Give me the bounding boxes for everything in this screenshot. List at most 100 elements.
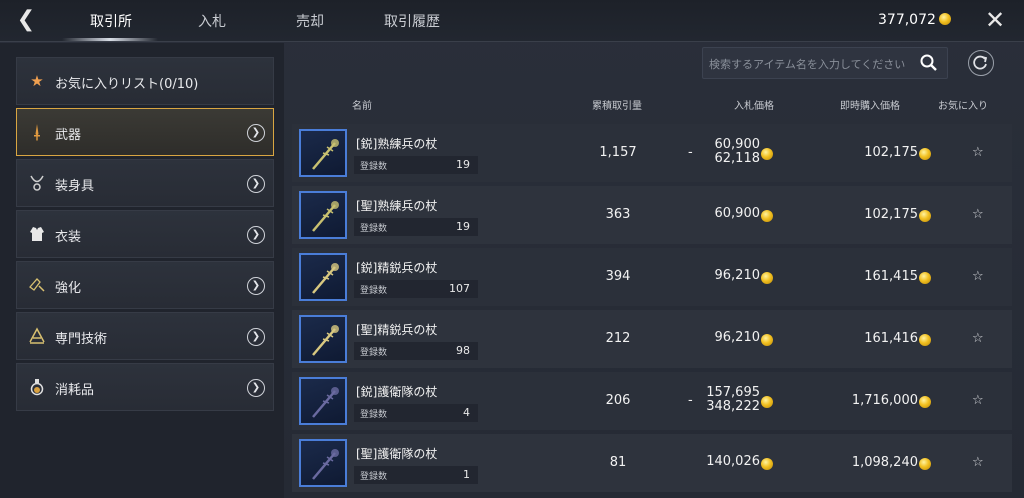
favorite-star-icon[interactable]: ☆ xyxy=(972,393,984,408)
back-arrow-icon[interactable]: ❮ xyxy=(14,8,38,32)
registration-label: 登録数 xyxy=(360,348,388,358)
chevron-right-icon: ❯ xyxy=(247,175,265,193)
bid-price-low: 60,900 xyxy=(714,137,761,152)
menu-item-enhance[interactable]: 強化 ❯ xyxy=(16,261,274,309)
registration-value: 107 xyxy=(449,282,470,295)
gold-coin-icon xyxy=(919,334,931,346)
menu-item-crafting[interactable]: 専門技術 ❯ xyxy=(16,312,274,360)
item-thumbnail xyxy=(299,377,347,425)
gold-balance: 377,072 xyxy=(878,12,951,28)
registration-count: 登録数 19 xyxy=(354,156,478,174)
menu-item-favorites[interactable]: ★ お気に入りリスト(0/10) xyxy=(16,57,274,105)
registration-label: 登録数 xyxy=(360,286,388,296)
favorite-star-icon[interactable]: ☆ xyxy=(972,145,984,160)
cumulative-volume: 363 xyxy=(605,207,631,222)
registration-value: 19 xyxy=(456,220,470,233)
item-row[interactable]: [鋭]精鋭兵の杖 登録数 107 394 96,210 161,415 ☆ xyxy=(292,248,1012,306)
gold-coin-icon xyxy=(761,148,773,160)
buyout-price: 102,175 xyxy=(864,145,918,160)
item-row[interactable]: [聖]精鋭兵の杖 登録数 98 212 96,210 161,416 ☆ xyxy=(292,310,1012,368)
buyout-price: 1,716,000 xyxy=(851,393,918,408)
bid-price: 140,026 xyxy=(706,454,760,469)
staff-icon xyxy=(312,387,339,418)
registration-count: 登録数 1 xyxy=(354,466,478,484)
registration-value: 4 xyxy=(463,406,470,419)
buyout-price: 161,416 xyxy=(864,331,918,346)
item-name: [聖]護衛隊の杖 xyxy=(356,447,438,461)
item-thumbnail xyxy=(299,315,347,363)
bid-price-high: 62,118 xyxy=(714,151,761,166)
search-input[interactable] xyxy=(709,54,917,74)
registration-count: 登録数 98 xyxy=(354,342,478,360)
item-thumbnail xyxy=(299,191,347,239)
chevron-right-icon: ❯ xyxy=(247,379,265,397)
item-row[interactable]: [聖]熟練兵の杖 登録数 19 363 60,900 102,175 ☆ xyxy=(292,186,1012,244)
favorite-star-icon[interactable]: ☆ xyxy=(972,207,984,222)
gold-coin-icon xyxy=(919,210,931,222)
staff-icon xyxy=(312,449,339,480)
chevron-right-icon: ❯ xyxy=(247,124,265,142)
gold-coin-icon xyxy=(761,458,773,470)
tab-bid[interactable]: 入札 xyxy=(198,11,226,31)
bid-price: 96,210 xyxy=(714,330,761,345)
bid-price-low: 157,695 xyxy=(706,385,760,400)
item-row[interactable]: [鋭]護衛隊の杖 登録数 4 206 - 157,695 348,222 1,7… xyxy=(292,372,1012,430)
menu-item-consumable[interactable]: 消耗品 ❯ xyxy=(16,363,274,411)
registration-label: 登録数 xyxy=(360,410,388,420)
item-row[interactable]: [聖]護衛隊の杖 登録数 1 81 140,026 1,098,240 ☆ xyxy=(292,434,1012,492)
menu-item-costume[interactable]: 衣装 ❯ xyxy=(16,210,274,258)
menu-label: 衣装 xyxy=(55,230,82,245)
item-row[interactable]: [鋭]熟練兵の杖 登録数 19 1,157 - 60,900 62,118 10… xyxy=(292,124,1012,182)
costume-icon xyxy=(27,224,47,244)
necklace-icon xyxy=(27,173,47,193)
registration-label: 登録数 xyxy=(360,224,388,234)
favorite-star-icon[interactable]: ☆ xyxy=(972,331,984,346)
crafting-icon xyxy=(27,326,47,346)
item-thumbnail xyxy=(299,253,347,301)
star-icon: ★ xyxy=(30,72,44,90)
refresh-button[interactable] xyxy=(968,50,994,76)
buyout-price: 102,175 xyxy=(864,207,918,222)
menu-label: 武器 xyxy=(55,128,82,143)
cumulative-volume: 81 xyxy=(609,455,627,470)
chevron-right-icon: ❯ xyxy=(247,328,265,346)
gold-coin-icon xyxy=(761,334,773,346)
bid-price: 96,210 xyxy=(714,268,761,283)
registration-value: 19 xyxy=(456,158,470,171)
close-icon[interactable]: ✕ xyxy=(982,6,1008,34)
top-bar: ❮ 取引所 入札 売却 取引履歴 377,072 ✕ xyxy=(0,0,1024,42)
menu-label: 専門技術 xyxy=(55,332,108,347)
registration-value: 1 xyxy=(463,468,470,481)
staff-icon xyxy=(312,139,339,170)
buyout-price: 1,098,240 xyxy=(851,455,918,470)
staff-icon xyxy=(312,325,339,356)
header-cumulative[interactable]: 累積取引量 xyxy=(592,97,642,112)
header-name[interactable]: 名前 xyxy=(352,97,372,112)
search-icon[interactable] xyxy=(919,53,939,73)
favorite-star-icon[interactable]: ☆ xyxy=(972,269,984,284)
gold-coin-icon xyxy=(919,148,931,160)
registration-count: 登録数 19 xyxy=(354,218,478,236)
cumulative-volume: 394 xyxy=(605,269,631,284)
registration-label: 登録数 xyxy=(360,472,388,482)
item-name: [聖]精鋭兵の杖 xyxy=(356,323,438,337)
favorite-star-icon[interactable]: ☆ xyxy=(972,455,984,470)
registration-count: 登録数 107 xyxy=(354,280,478,298)
chevron-right-icon: ❯ xyxy=(247,226,265,244)
menu-item-weapon[interactable]: 武器 ❯ xyxy=(16,108,274,156)
gold-coin-icon xyxy=(919,396,931,408)
menu-item-accessory[interactable]: 装身具 ❯ xyxy=(16,159,274,207)
header-favorite: お気に入り xyxy=(938,101,988,112)
header-buyout[interactable]: 即時購入価格 xyxy=(840,97,900,112)
staff-icon xyxy=(312,263,339,294)
search-box xyxy=(702,47,948,79)
tab-sell[interactable]: 売却 xyxy=(296,11,324,31)
chevron-right-icon: ❯ xyxy=(247,277,265,295)
header-bid[interactable]: 入札価格 xyxy=(734,97,774,112)
refresh-icon xyxy=(973,55,988,70)
item-name: [鋭]護衛隊の杖 xyxy=(356,385,438,399)
cumulative-volume: 206 xyxy=(605,393,631,408)
tab-exchange[interactable]: 取引所 xyxy=(90,11,132,31)
tab-history[interactable]: 取引履歴 xyxy=(384,11,440,31)
item-thumbnail xyxy=(299,129,347,177)
